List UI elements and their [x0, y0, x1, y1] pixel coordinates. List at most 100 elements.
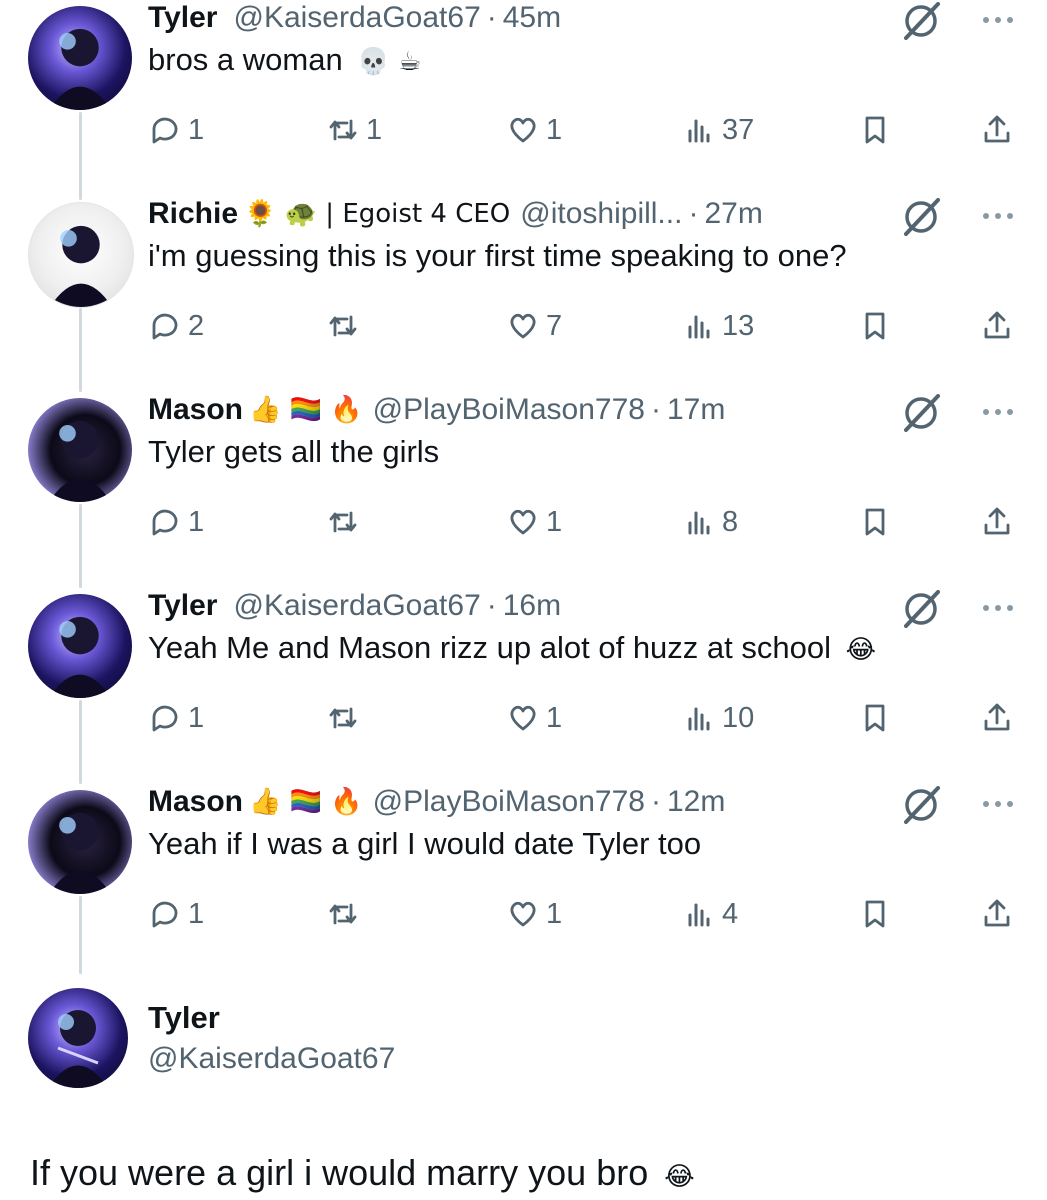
post-time[interactable]: 45m	[503, 1, 561, 35]
like-button[interactable]: 1	[506, 894, 562, 934]
reply-post[interactable]: Richie 🌻 🐢 | Egoist 4 CEO @itoshipill...…	[0, 196, 1047, 392]
post-time[interactable]: 27m	[704, 197, 762, 231]
post-time[interactable]: 17m	[667, 393, 725, 427]
author-name[interactable]: Tyler	[148, 589, 217, 623]
profile-badges: 🌻 🐢 | Egoist 4 CEO	[244, 199, 511, 229]
reply-count: 2	[188, 309, 205, 342]
author-handle[interactable]: @PlayBoiMason778	[373, 785, 645, 819]
post-time[interactable]: 16m	[503, 589, 561, 623]
bookmark-button[interactable]	[858, 110, 898, 150]
bookmark-button[interactable]	[858, 894, 898, 934]
grok-icon[interactable]	[900, 784, 942, 826]
bookmark-button[interactable]	[858, 698, 898, 738]
more-options-icon[interactable]	[978, 10, 1018, 30]
reply-post[interactable]: Mason 👍 🏳️‍🌈 🔥 @PlayBoiMason778 · 17m Ty…	[0, 392, 1047, 588]
views-count: 37	[722, 113, 755, 146]
repost-button[interactable]	[326, 502, 366, 542]
laughing-emoji-icon: 😂	[664, 1162, 695, 1192]
views-button[interactable]: 10	[682, 698, 754, 738]
heart-icon	[510, 509, 536, 535]
author-name[interactable]: Mason	[148, 393, 243, 427]
reply-icon	[152, 509, 178, 536]
grok-icon[interactable]	[900, 0, 942, 42]
post-text: Tyler gets all the girls	[148, 434, 445, 470]
bookmark-button[interactable]	[858, 306, 898, 346]
views-button[interactable]: 13	[682, 306, 754, 346]
author-handle[interactable]: @KaiserdaGoat67	[233, 589, 480, 623]
share-button[interactable]	[980, 306, 1020, 346]
avatar[interactable]	[28, 398, 132, 502]
repost-button[interactable]	[326, 306, 366, 346]
more-options-icon[interactable]	[978, 598, 1018, 618]
more-options-icon[interactable]	[978, 794, 1018, 814]
post-text-content: bros a woman	[148, 42, 343, 77]
reply-post[interactable]: Tyler @KaiserdaGoat67 · 45m bros a woman…	[0, 0, 1047, 196]
reply-icon	[152, 705, 178, 732]
views-button[interactable]: 37	[682, 110, 754, 150]
post-time[interactable]: 12m	[667, 785, 725, 819]
like-button[interactable]: 7	[506, 306, 562, 346]
repost-button[interactable]	[326, 698, 366, 738]
reply-post[interactable]: Tyler @KaiserdaGoat67 · 16m Yeah Me and …	[0, 588, 1047, 784]
separator-dot: ·	[650, 785, 661, 818]
share-button[interactable]	[980, 698, 1020, 738]
like-button[interactable]: 1	[506, 698, 562, 738]
reply-count: 1	[188, 701, 205, 734]
avatar[interactable]	[28, 790, 132, 894]
share-button[interactable]	[980, 502, 1020, 542]
share-icon	[984, 507, 1010, 535]
avatar[interactable]	[28, 594, 132, 698]
post-header: Tyler @KaiserdaGoat67 · 16m	[148, 588, 561, 624]
post-header: Mason 👍 🏳️‍🌈 🔥 @PlayBoiMason778 · 12m	[148, 784, 725, 820]
avatar-image-icon	[48, 1010, 108, 1088]
avatar-image-icon	[48, 812, 112, 894]
reply-button[interactable]: 2	[148, 306, 204, 346]
grok-icon[interactable]	[900, 196, 942, 238]
author-name[interactable]: Mason	[148, 785, 243, 819]
reply-button[interactable]: 1	[148, 502, 204, 542]
avatar[interactable]	[28, 202, 134, 308]
bookmark-icon	[865, 900, 885, 928]
views-button[interactable]: 8	[682, 502, 738, 542]
reply-button[interactable]: 1	[148, 110, 204, 150]
reply-count: 1	[188, 113, 205, 146]
post-text: bros a woman 💀 ☕	[148, 42, 421, 78]
heart-icon	[510, 117, 536, 143]
share-button[interactable]	[980, 894, 1020, 934]
author-name[interactable]: Richie	[148, 197, 238, 231]
author-name[interactable]: Tyler	[148, 1000, 220, 1036]
bookmark-button[interactable]	[858, 502, 898, 542]
author-handle[interactable]: @PlayBoiMason778	[373, 393, 645, 427]
reply-post[interactable]: Mason 👍 🏳️‍🌈 🔥 @PlayBoiMason778 · 12m Ye…	[0, 784, 1047, 980]
grok-icon[interactable]	[900, 588, 942, 630]
reply-button[interactable]: 1	[148, 698, 204, 738]
views-icon	[688, 119, 710, 143]
post-text: Yeah if I was a girl I would date Tyler …	[148, 826, 707, 862]
share-icon	[984, 115, 1010, 143]
repost-button[interactable]	[326, 894, 366, 934]
action-bar: 1 1 10	[0, 698, 1047, 738]
avatar[interactable]	[28, 6, 132, 110]
author-handle[interactable]: @itoshipill...	[520, 197, 682, 231]
views-count: 10	[722, 701, 755, 734]
author-handle[interactable]: @KaiserdaGoat67	[148, 1042, 395, 1076]
heart-icon	[510, 901, 536, 927]
author-name[interactable]: Tyler	[148, 1, 217, 35]
post-text-content: i'm guessing this is your first time spe…	[148, 238, 847, 273]
like-count: 1	[546, 701, 563, 734]
profile-badges: 👍 🏳️‍🌈 🔥	[249, 787, 363, 817]
grok-icon[interactable]	[900, 392, 942, 434]
action-bar: 2 7 13	[0, 306, 1047, 346]
like-button[interactable]: 1	[506, 110, 562, 150]
views-button[interactable]: 4	[682, 894, 738, 934]
author-handle[interactable]: @KaiserdaGoat67	[233, 1, 480, 35]
repost-icon	[329, 119, 357, 141]
avatar-image-icon	[48, 616, 112, 698]
repost-button[interactable]: 1	[326, 110, 382, 150]
more-options-icon[interactable]	[978, 206, 1018, 226]
like-button[interactable]: 1	[506, 502, 562, 542]
avatar[interactable]	[28, 988, 128, 1088]
more-options-icon[interactable]	[978, 402, 1018, 422]
share-button[interactable]	[980, 110, 1020, 150]
reply-button[interactable]: 1	[148, 894, 204, 934]
